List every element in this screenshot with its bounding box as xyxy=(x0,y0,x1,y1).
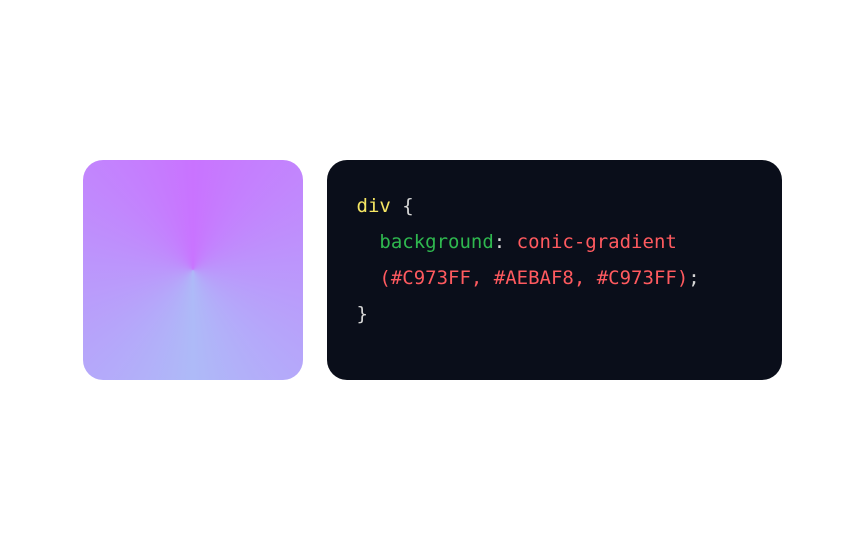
tok-brace-close: } xyxy=(357,303,368,325)
code-line-2: background: conic-gradient xyxy=(357,224,752,260)
tok-args-open: ( xyxy=(379,267,390,289)
tok-property: background xyxy=(379,231,493,253)
code-line-3: (#C973FF, #AEBAF8, #C973FF); xyxy=(357,260,752,296)
indent xyxy=(357,267,380,289)
indent xyxy=(357,231,380,253)
code-line-4: } xyxy=(357,296,752,332)
code-snippet: div { background: conic-gradient (#C973F… xyxy=(327,160,782,380)
tok-function: conic-gradient xyxy=(517,231,677,253)
gradient-preview xyxy=(83,160,303,380)
code-line-1: div { xyxy=(357,188,752,224)
tok-semicolon: ; xyxy=(688,267,699,289)
tok-colon: : xyxy=(494,231,517,253)
tok-args-close: ) xyxy=(677,267,688,289)
tok-brace-open: { xyxy=(391,195,414,217)
tok-args-inner: #C973FF, #AEBAF8, #C973FF xyxy=(391,267,677,289)
tok-selector: div xyxy=(357,195,391,217)
